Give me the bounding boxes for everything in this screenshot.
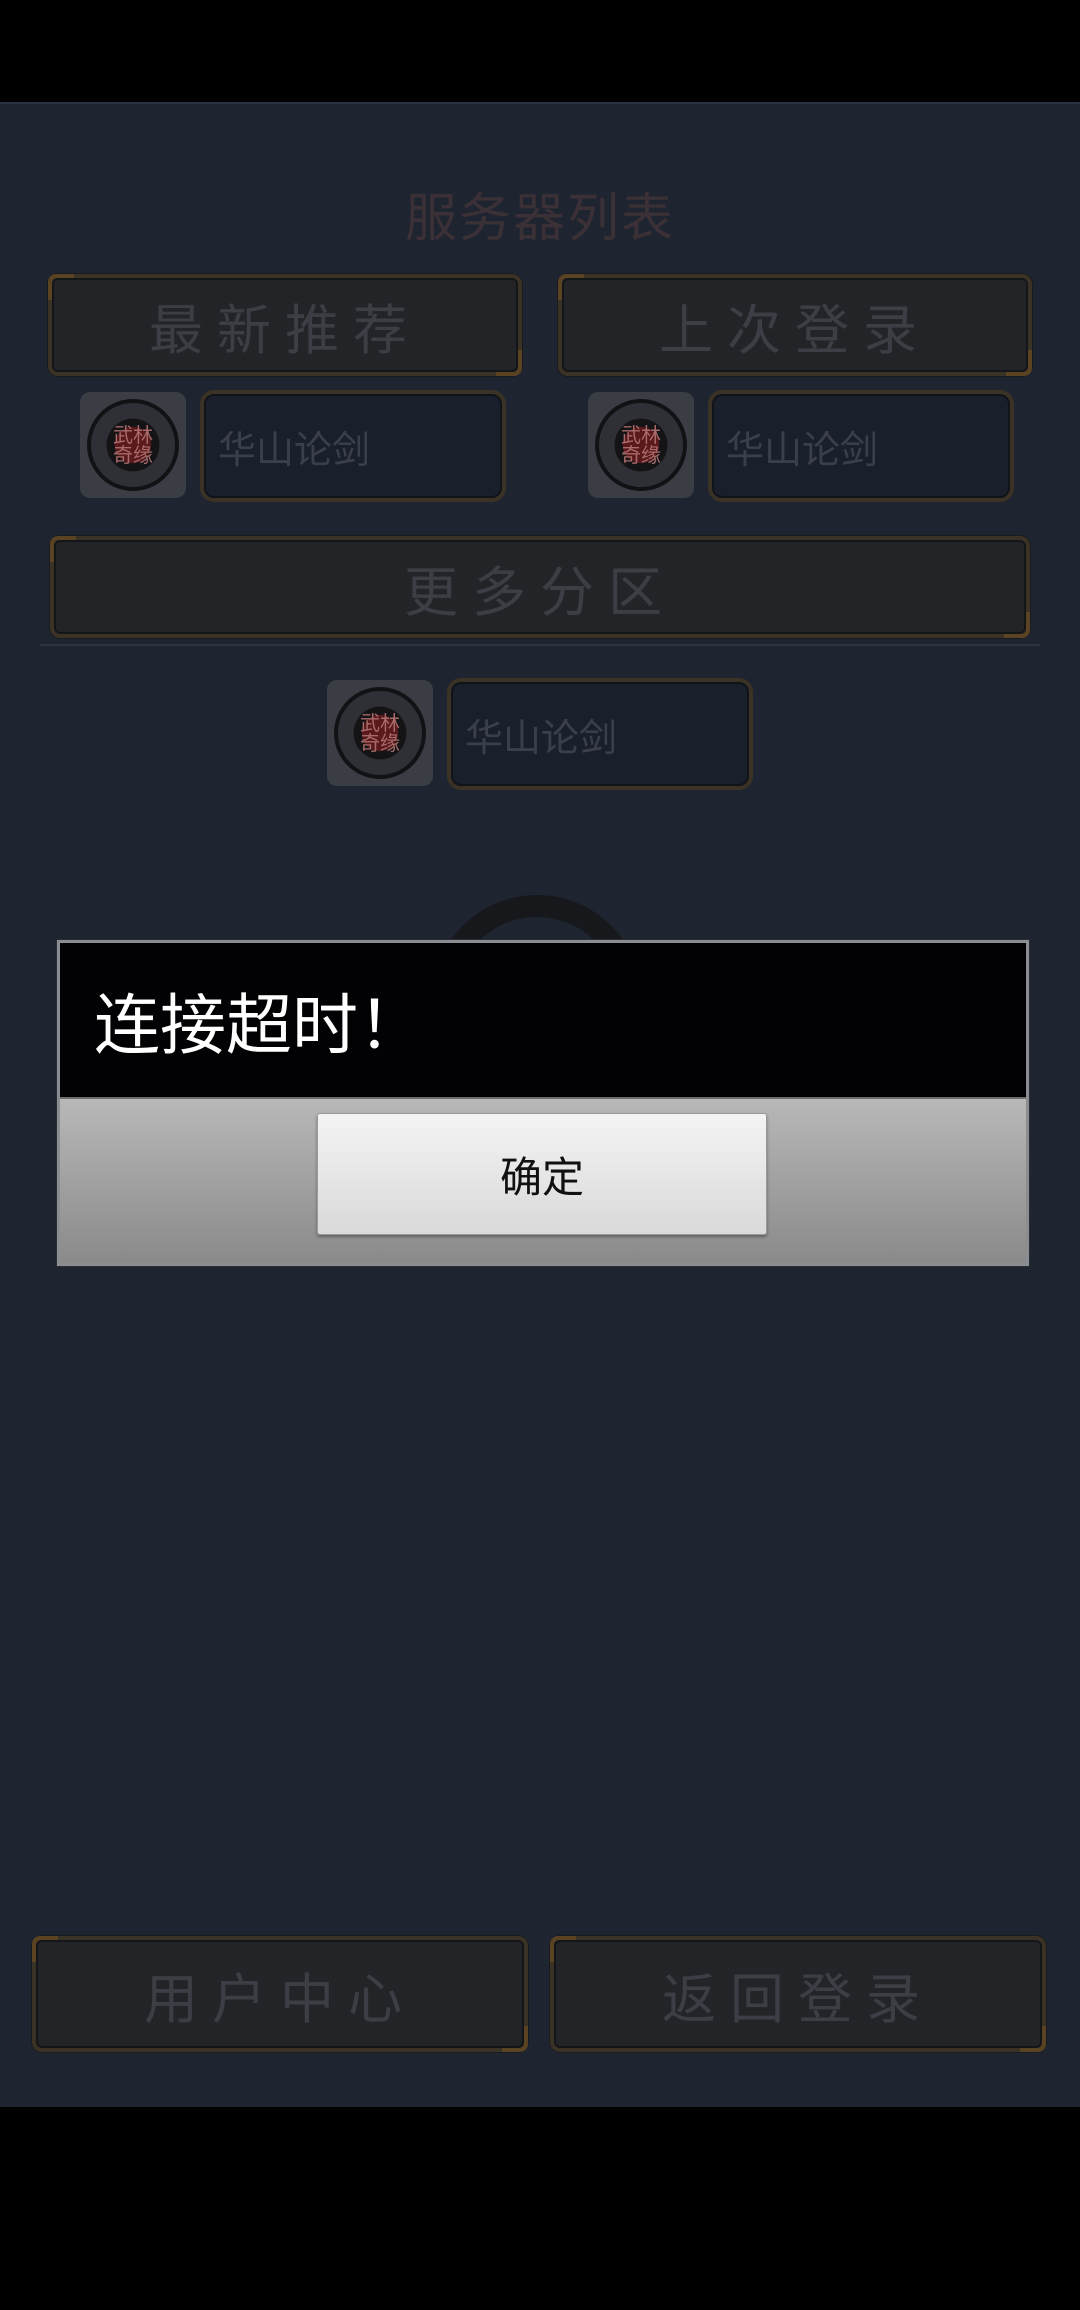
user-center-button[interactable]: 用户中心 [32, 1936, 528, 2052]
divider [40, 644, 1040, 646]
server-logo-text: 武林 奇缘 [87, 399, 179, 491]
more-zones-button[interactable]: 更多分区 [50, 536, 1030, 638]
dialog-message: 连接超时！ [60, 943, 1026, 1097]
server-name: 华山论剑 [200, 390, 506, 502]
back-to-login-button[interactable]: 返回登录 [550, 1936, 1046, 2052]
logo-text-row: 武林 [360, 711, 400, 735]
wulin-seal-logo-icon: 武林 奇缘 [80, 392, 186, 498]
ok-button[interactable]: 确定 [317, 1113, 767, 1235]
logo-text-row: 武林 [113, 423, 153, 447]
tab-recommended[interactable]: 最新推荐 [48, 274, 522, 376]
server-item-list[interactable]: 武林 奇缘 华山论剑 [327, 678, 753, 792]
timeout-dialog: 连接超时！ 确定 [57, 940, 1029, 1266]
page-title: 服务器列表 [404, 189, 675, 249]
server-logo-text: 武林 奇缘 [595, 399, 687, 491]
logo-text-row: 奇缘 [360, 731, 400, 755]
logo-text-row: 武林 [621, 423, 661, 447]
logo-text-row: 奇缘 [113, 443, 153, 467]
server-item-last-login[interactable]: 武林 奇缘 华山论剑 [588, 390, 1014, 504]
wulin-seal-logo-icon: 武林 奇缘 [327, 680, 433, 786]
server-name: 华山论剑 [447, 678, 753, 790]
server-logo-text: 武林 奇缘 [334, 687, 426, 779]
wulin-seal-logo-icon: 武林 奇缘 [588, 392, 694, 498]
server-item-recommended[interactable]: 武林 奇缘 华山论剑 [80, 390, 506, 504]
tab-last-login[interactable]: 上次登录 [558, 274, 1032, 376]
server-name: 华山论剑 [708, 390, 1014, 502]
logo-text-row: 奇缘 [621, 443, 661, 467]
dialog-button-bar: 确定 [60, 1097, 1026, 1263]
